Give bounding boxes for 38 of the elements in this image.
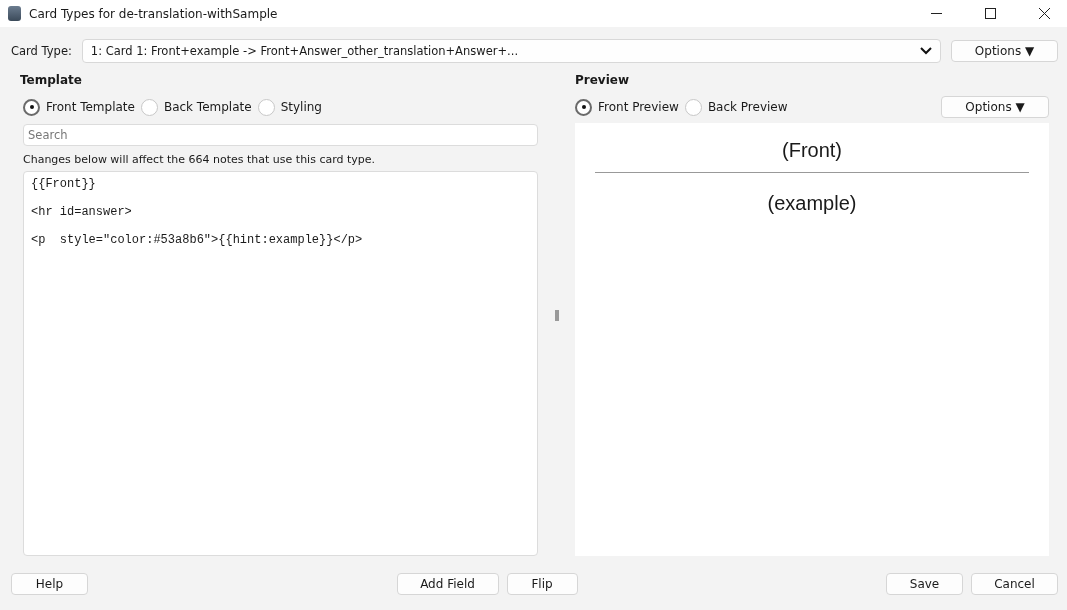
radio-button[interactable] bbox=[684, 98, 702, 116]
options-button[interactable]: Options ▼ bbox=[951, 40, 1058, 62]
preview-front-text: (Front) bbox=[782, 139, 842, 162]
footer-button[interactable]: Save bbox=[886, 573, 963, 595]
preview-answer-text: (example) bbox=[767, 192, 857, 215]
template-editor[interactable]: {{Front}} <hr id=answer> <p style="color:#53a8b6">{{hint:example}}</p> bbox=[23, 171, 538, 556]
radio-label: Back Preview bbox=[707, 100, 788, 114]
splitter-handle[interactable] bbox=[554, 310, 559, 321]
radio-option[interactable]: Front Preview bbox=[575, 98, 679, 116]
code-line: {{Front}} bbox=[31, 177, 97, 191]
options-button[interactable]: Options ▼ bbox=[941, 96, 1049, 118]
radio-button[interactable] bbox=[23, 98, 40, 116]
code-line: <hr id=answer> bbox=[31, 205, 133, 219]
radio-label: Styling bbox=[280, 100, 322, 114]
card-type-label: Card Type: bbox=[11, 44, 72, 58]
chevron-down-icon bbox=[920, 47, 932, 55]
footer-button[interactable]: Help bbox=[11, 573, 88, 595]
footer-button[interactable]: Add Field bbox=[396, 573, 499, 595]
section-heading: Template bbox=[20, 73, 83, 87]
radio-option[interactable]: Front Template bbox=[23, 98, 135, 116]
footer-button[interactable]: Flip bbox=[506, 573, 578, 595]
radio-button[interactable] bbox=[575, 98, 592, 116]
radio-label: Front Template bbox=[46, 100, 135, 114]
notice-text: Changes below will affect the 664 notes that use this card type. bbox=[23, 153, 377, 166]
radio-button[interactable] bbox=[140, 98, 158, 116]
window-title: Card Types for de-translation-withSample bbox=[29, 6, 279, 21]
radio-button[interactable] bbox=[257, 98, 275, 116]
radio-option[interactable]: Styling bbox=[257, 98, 322, 116]
section-heading: Preview bbox=[575, 73, 630, 87]
radio-label: Back Template bbox=[163, 100, 252, 114]
radio-label: Front Preview bbox=[598, 100, 679, 114]
card-type-dropdown[interactable]: 1: Card 1: Front+example -> Front+Answer_other_translation+Answer+... bbox=[81, 39, 941, 63]
radio-option[interactable]: Back Template bbox=[140, 98, 252, 116]
radio-option[interactable]: Back Preview bbox=[684, 98, 788, 116]
app-icon bbox=[8, 6, 21, 21]
search-field[interactable]: Search bbox=[23, 124, 538, 146]
code-line: <p style="color:#53a8b6">{{hint:example}}</p> bbox=[31, 233, 364, 247]
footer-button[interactable]: Cancel bbox=[971, 573, 1058, 595]
